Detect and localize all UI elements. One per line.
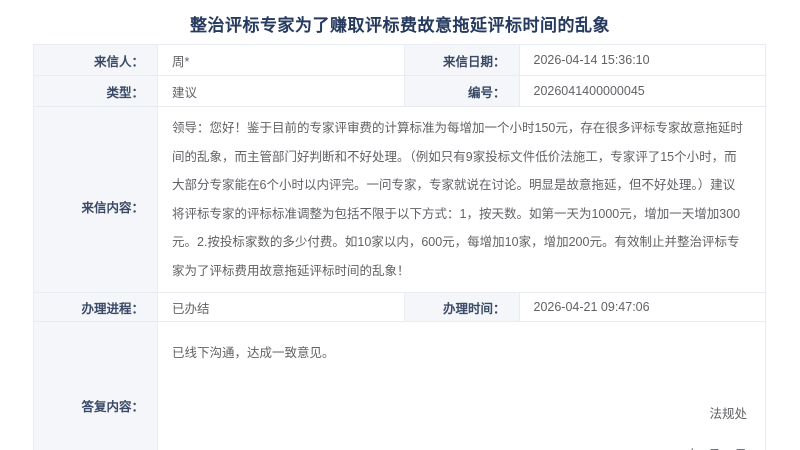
type-value: 建议 [157, 75, 405, 107]
letter-date-value: 2026-04-14 15:36:10 [518, 44, 766, 76]
reply-signature-date: 2026年4月21日 [172, 444, 747, 450]
number-label: 编号： [403, 75, 520, 107]
page-title: 整治评标专家为了赚取评标费故意拖延评标时间的乱象 [190, 16, 610, 35]
process-time-value: 2026-04-21 09:47:06 [518, 292, 766, 322]
letter-detail-page: 整治评标专家为了赚取评标费故意拖延评标时间的乱象 来信人： 周* 来信日期： 2… [0, 0, 800, 450]
type-label: 类型： [33, 75, 158, 107]
table-row: 办理进程： 已办结 办理时间： 2026-04-21 09:47:06 [33, 292, 766, 322]
reply-value: 已线下沟通，达成一致意见。 [172, 345, 335, 360]
table-row: 答复内容： 已线下沟通，达成一致意见。 法规处 2026年4月21日 [33, 321, 766, 450]
process-time-label: 办理时间： [403, 292, 520, 322]
progress-value: 已办结 [157, 292, 405, 322]
table-row: 来信人： 周* 来信日期： 2026-04-14 15:36:10 [33, 44, 766, 76]
sender-label: 来信人： [33, 44, 158, 76]
reply-label: 答复内容： [33, 321, 158, 450]
number-value: 2026041400000045 [518, 75, 766, 107]
content-label: 来信内容： [33, 106, 158, 293]
letter-detail-table: 来信人： 周* 来信日期： 2026-04-14 15:36:10 类型： 建议… [33, 44, 766, 450]
reply-cell: 已线下沟通，达成一致意见。 法规处 2026年4月21日 [157, 321, 766, 450]
sender-value: 周* [157, 44, 405, 76]
letter-date-label: 来信日期： [403, 44, 520, 76]
table-row: 来信内容： 领导：您好！鉴于目前的专家评审费的计算标准为每增加一个小时150元，… [33, 106, 766, 293]
reply-signature-org: 法规处 [709, 406, 747, 421]
content-value: 领导：您好！鉴于目前的专家评审费的计算标准为每增加一个小时150元，存在很多评标… [157, 106, 766, 293]
progress-label: 办理进程： [33, 292, 158, 322]
table-row: 类型： 建议 编号： 2026041400000045 [33, 75, 766, 107]
